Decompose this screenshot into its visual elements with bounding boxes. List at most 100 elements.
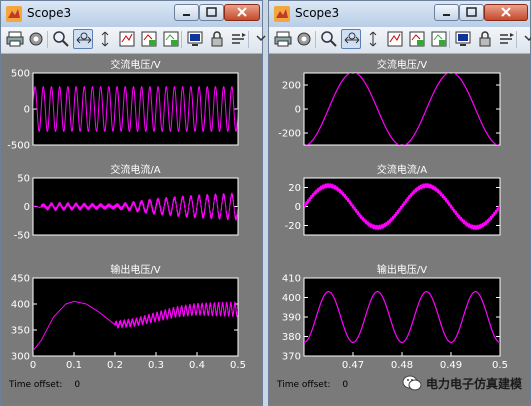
zoom-x-button[interactable] — [341, 29, 361, 49]
axes-title: 交流电流/A — [110, 163, 160, 176]
more-button[interactable] — [251, 29, 266, 49]
axes-title: 输出电压/V — [110, 263, 160, 276]
zoom-icon — [321, 31, 337, 47]
restore-axes-icon — [163, 31, 179, 47]
zoom-y-button[interactable] — [363, 29, 383, 49]
x-tick-label: 0.5 — [492, 360, 508, 371]
lock-button[interactable] — [207, 29, 227, 49]
y-tick-label: 0 — [295, 105, 301, 116]
floating-scope-button[interactable] — [453, 29, 473, 49]
time-offset-value: 0 — [74, 380, 81, 390]
save-axes-icon — [409, 31, 425, 47]
axes-title: 输出电压/V — [377, 263, 427, 276]
scope-toolbar — [269, 27, 531, 54]
save-axes-button[interactable] — [407, 29, 427, 49]
window-title: Scope3 — [295, 6, 340, 20]
zoom-x-icon — [344, 32, 360, 44]
y-tick-label: 300 — [11, 352, 30, 363]
axes-background[interactable] — [304, 278, 500, 356]
parameters-icon — [29, 32, 43, 46]
axes-title: 交流电压/V — [377, 58, 427, 71]
print-button[interactable] — [5, 29, 25, 49]
x-tick-label: 0.2 — [107, 360, 123, 371]
scope-window-right: Scope3 交流电压/V 200 0 -200 交流电流/A 20 0 -20 输出电压/V 4… — [268, 0, 531, 406]
parameters-button[interactable] — [26, 29, 46, 49]
lock-icon — [211, 31, 223, 47]
floating-scope-button[interactable] — [185, 29, 205, 49]
zoom-icon — [53, 31, 69, 47]
x-tick-label: 0.49 — [440, 360, 462, 371]
maximize-button[interactable] — [459, 4, 484, 21]
minimize-button[interactable] — [174, 4, 199, 21]
y-tick-label: 0 — [295, 202, 301, 213]
x-tick-label: 0.48 — [391, 360, 413, 371]
y-tick-label: 0 — [24, 105, 30, 116]
y-tick-label: 500 — [11, 69, 30, 80]
print-button[interactable] — [273, 29, 293, 49]
axes-title: 交流电压/V — [110, 58, 160, 71]
restore-axes-icon — [431, 31, 447, 47]
title-bar[interactable]: Scope3 — [269, 1, 530, 28]
close-button[interactable] — [484, 4, 528, 21]
y-tick-label: 50 — [17, 174, 30, 185]
x-tick-label: 0.3 — [148, 360, 164, 371]
zoom-y-icon — [369, 31, 377, 47]
y-tick-label: 410 — [282, 274, 301, 285]
minimize-icon — [183, 14, 190, 16]
maximize-icon — [206, 7, 217, 17]
y-tick-label: 450 — [11, 274, 30, 285]
y-tick-label: -20 — [285, 221, 301, 232]
zoom-button[interactable] — [319, 29, 339, 49]
minimize-icon — [443, 14, 450, 16]
maximize-icon — [466, 7, 477, 17]
toolbar-separator — [449, 31, 450, 48]
more-button[interactable] — [519, 29, 531, 49]
save-axes-icon — [141, 31, 157, 47]
save-axes-button[interactable] — [139, 29, 159, 49]
y-tick-label: 390 — [282, 313, 301, 324]
print-icon — [6, 31, 24, 47]
plot-area: 交流电压/V 500 0 -500 交流电流/A 50 0 -50 输出电压/V 450 400 35… — [1, 54, 262, 405]
zoom-button[interactable] — [51, 29, 71, 49]
more-icon — [524, 35, 531, 42]
close-button[interactable] — [224, 4, 260, 21]
scope-toolbar — [1, 27, 266, 54]
zoom-y-button[interactable] — [95, 29, 115, 49]
close-icon — [237, 7, 247, 17]
maximize-button[interactable] — [199, 4, 224, 21]
minimize-button[interactable] — [434, 4, 459, 21]
time-offset-label: Time offset: — [277, 380, 331, 390]
autoscale-button[interactable] — [117, 29, 137, 49]
zoom-x-button[interactable] — [73, 29, 93, 49]
axes-title: 交流电流/A — [377, 163, 427, 176]
toolbar-separator — [516, 31, 517, 48]
floating-scope-icon — [187, 31, 203, 46]
axes-background[interactable] — [33, 278, 238, 356]
time-offset: Time offset: 0 — [277, 380, 348, 390]
signal-selection-button[interactable] — [497, 29, 517, 49]
signal-selection-button[interactable] — [229, 29, 249, 49]
toolbar-separator — [181, 31, 182, 48]
y-tick-label: 20 — [288, 183, 301, 194]
y-tick-label: 350 — [11, 326, 30, 337]
x-tick-label: 0.5 — [230, 360, 246, 371]
x-tick-label: 0 — [30, 360, 36, 371]
axes-background[interactable] — [304, 73, 500, 145]
autoscale-button[interactable] — [385, 29, 405, 49]
parameters-button[interactable] — [294, 29, 314, 49]
restore-axes-button[interactable] — [161, 29, 181, 49]
y-tick-label: 400 — [11, 300, 30, 311]
autoscale-icon — [119, 31, 135, 47]
lock-button[interactable] — [475, 29, 495, 49]
toolbar-separator — [315, 31, 316, 48]
x-tick-label: 0.47 — [342, 360, 364, 371]
restore-axes-button[interactable] — [429, 29, 449, 49]
y-tick-label: 370 — [282, 352, 301, 363]
plots-svg: 交流电压/V2000-200交流电流/A200-20输出电压/V41040039… — [269, 54, 530, 405]
title-bar[interactable]: Scope3 — [1, 1, 262, 28]
time-offset-label: Time offset: — [9, 380, 63, 390]
plot-area: 交流电压/V 200 0 -200 交流电流/A 20 0 -20 输出电压/V 410 400 39… — [269, 54, 530, 405]
toolbar-separator — [248, 31, 249, 48]
lock-icon — [479, 31, 491, 47]
y-tick-label: 400 — [282, 293, 301, 304]
